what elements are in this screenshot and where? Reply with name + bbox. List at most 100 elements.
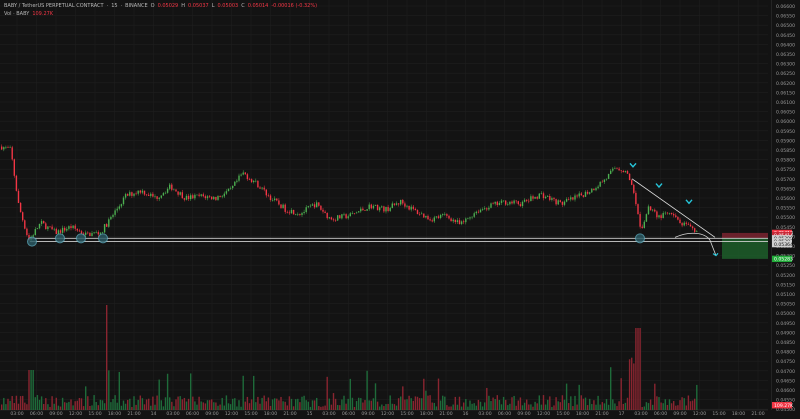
candle-body [601,181,603,183]
candle-body [19,202,22,213]
volume-bar [55,397,57,410]
volume-bar [307,401,309,410]
volume-bar [177,396,179,410]
candle-body [664,212,666,214]
volume-bar [7,398,9,410]
volume-bar [498,399,501,410]
volume-bar [496,395,498,410]
volume-bar [198,396,200,410]
candle-body [551,198,553,200]
volume-bar [475,405,477,410]
candle-body [267,195,270,196]
symbol-name[interactable]: BABY / TetherUS PERPETUAL CONTRACT [4,2,104,10]
candle-body [488,207,490,210]
volume-bar [526,399,528,410]
volume-bar [502,396,505,410]
volume-bar [112,399,114,410]
candle-body [223,193,225,197]
volume-bar [374,383,377,410]
candle-body [145,194,148,196]
candle-body [574,195,576,200]
volume-bar [381,404,383,410]
support-levels [30,237,768,242]
candle-body [395,203,398,205]
candle-body [647,206,650,215]
volume-bar [286,405,288,410]
price-axis[interactable]: 0.06600 0.06550 0.06500 0.06450 0.06400 0.063… [772,4,795,413]
time-tick-label: 06:00 [654,411,667,417]
price-badge-label: 0.05283 [774,257,793,263]
time-tick-label: 16 [463,411,469,417]
volume-bar [628,359,631,410]
volume-bar [397,398,400,410]
volume-bar [127,399,129,410]
volume-bar [429,395,431,410]
projection-arrow [709,240,717,256]
price-tick-label: 0.06250 [776,71,795,77]
volume-bar [313,400,316,410]
candle-body [316,202,318,208]
volume-bar [345,403,347,410]
candle-body [685,222,687,224]
candle-body [530,196,532,202]
volume-bar [416,396,419,410]
trendline-touch-chevron [655,183,663,189]
candle-body [421,213,423,215]
candle-body [276,198,278,201]
volume-bar [80,398,83,410]
candle-body [528,200,530,202]
volume-bar [542,395,545,410]
interval[interactable]: 15 [111,2,117,10]
candle-body [458,220,461,225]
volume-bar [36,395,39,410]
volume-bar [679,400,681,410]
volume-bar [194,401,196,410]
volume-bar [139,395,141,410]
trading-chart[interactable]: 0.06600 0.06550 0.06500 0.06450 0.06400 0.063… [0,0,800,419]
chart-canvas[interactable]: 0.06600 0.06550 0.06500 0.06450 0.06400 0.063… [0,0,800,419]
candle-body [259,187,261,189]
candle-body [492,203,494,205]
candle-body [414,208,417,211]
candle-body [677,217,679,220]
volume-bar [450,406,452,410]
volume-bar [675,405,677,410]
candle-body [271,200,274,201]
candle-body [362,208,364,211]
volume-bar [66,402,68,410]
candle-body [328,217,330,219]
candle-body [114,210,116,215]
candle-body [471,216,473,218]
candle-body [68,226,70,229]
grid [0,0,772,411]
time-axis[interactable]: 03:00 06:00 09:00 12:00 15:00 18:00 21:00 14 03:… [10,411,764,417]
candle-body [284,204,286,212]
volume-bar [276,398,278,410]
volume-bar [229,404,232,410]
candle-body [274,198,276,201]
candle-body [633,184,635,193]
volume-label[interactable]: Vol · BABY [4,10,29,18]
volume-bar [597,395,599,410]
candle-body [423,213,425,218]
candle-body [143,190,146,195]
volume-bar [30,370,32,410]
candle-body [171,184,173,190]
volume-bar [391,403,393,410]
candle-body [576,195,578,197]
volume-bar [118,371,120,410]
candle-body [202,194,204,197]
volume-bar [547,399,549,410]
support-touch-marker [98,233,108,244]
volume-bar [460,406,463,410]
volume-bar [297,398,299,410]
candle-body [148,194,150,196]
volume-bar [223,405,225,410]
candle-body [433,217,435,222]
time-tick-label: 21:00 [439,411,452,417]
candle-body [133,193,135,196]
volume-bar [519,397,522,410]
time-tick-label: 12:00 [69,411,82,417]
volume-bar [400,396,402,410]
candle-body [435,216,438,218]
